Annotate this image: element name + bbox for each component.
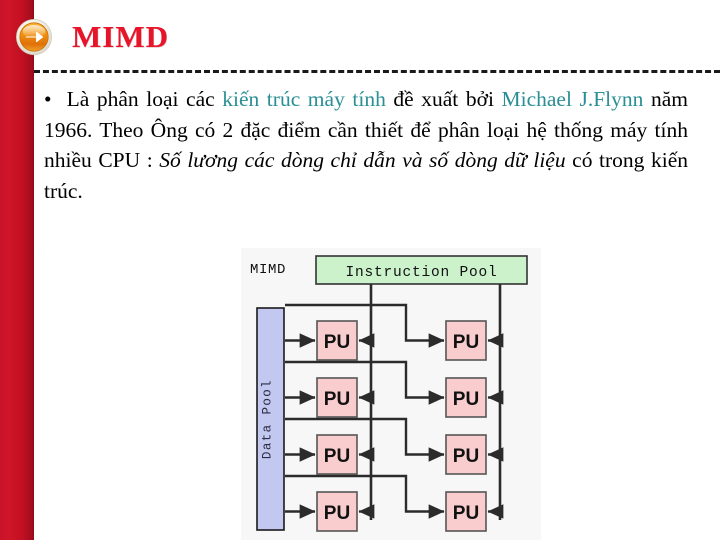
pu-label: PU bbox=[324, 446, 350, 467]
pu-label: PU bbox=[453, 503, 479, 524]
mimd-architecture-diagram: MIMD Instruction Pool Data Pool PU PU PU… bbox=[241, 248, 541, 540]
body-segment-1: kiến trúc máy tính bbox=[222, 87, 386, 111]
body-paragraph: • Là phân loại các kiến trúc máy tính đề… bbox=[44, 84, 688, 206]
diagram-caption-text: MIMD bbox=[250, 262, 286, 278]
pu-label: PU bbox=[453, 446, 479, 467]
data-pool-text: Data Pool bbox=[261, 379, 275, 459]
bullet-marker: • bbox=[44, 87, 67, 111]
pu-label: PU bbox=[453, 389, 479, 410]
body-segment-2: đề xuất bởi bbox=[385, 87, 502, 111]
pu-label: PU bbox=[324, 389, 350, 410]
body-segment-0: Là phân loại các bbox=[66, 87, 223, 111]
arrow-right-circle-icon bbox=[14, 17, 54, 57]
title-divider bbox=[34, 70, 720, 73]
slide-header: MIMD bbox=[0, 0, 720, 73]
instruction-pool-text: Instruction Pool bbox=[345, 265, 497, 281]
body-segment-3: Michael J.Flynn bbox=[501, 87, 644, 111]
page-title: MIMD bbox=[72, 19, 169, 54]
body-segment-5: Số lương các dòng chỉ dẫn và số dòng dữ … bbox=[159, 148, 566, 172]
accent-bar bbox=[0, 0, 34, 540]
pu-label: PU bbox=[453, 332, 479, 353]
pu-label: PU bbox=[324, 503, 350, 524]
pu-label: PU bbox=[324, 332, 350, 353]
